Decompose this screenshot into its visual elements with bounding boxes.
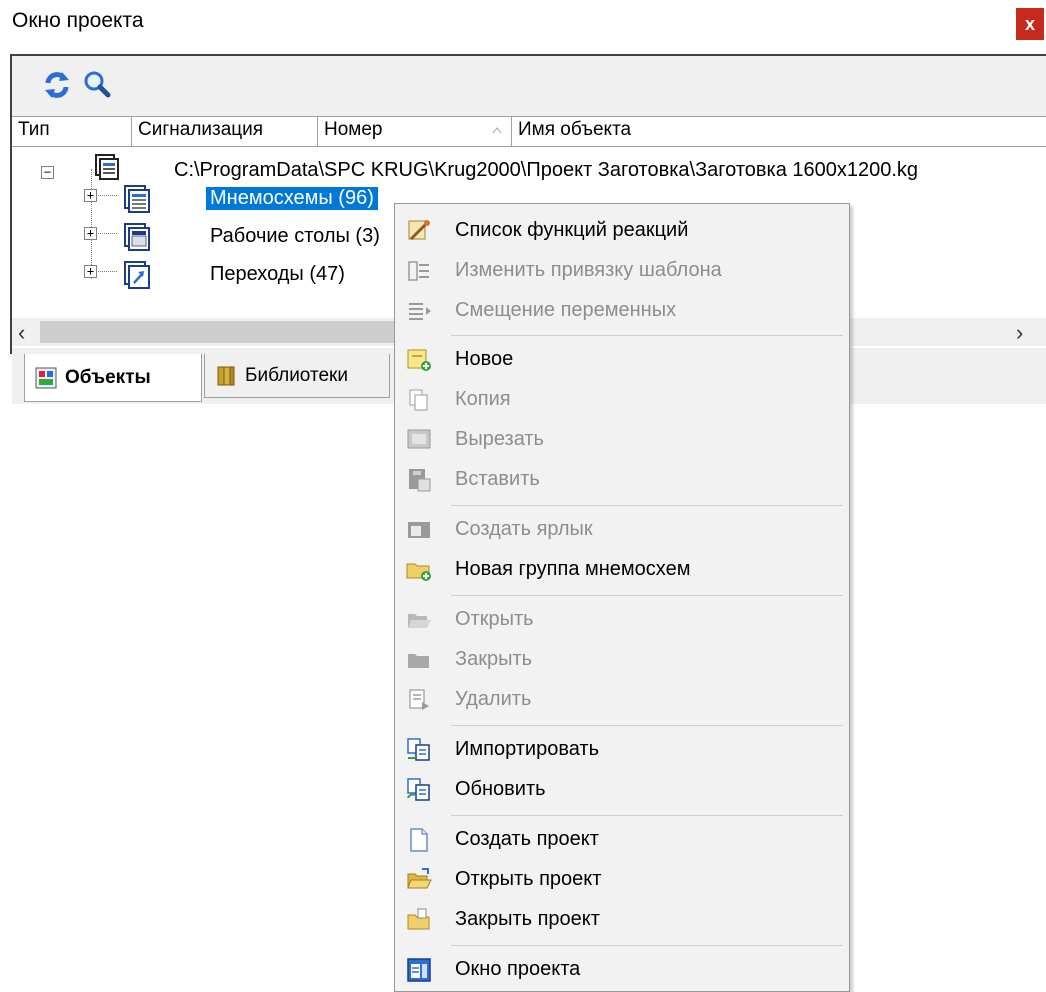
menu-item-label: Новая группа мнемосхем [455,558,691,580]
shortcut-icon [408,522,430,538]
menu-item-variable-offset[interactable]: Смещение переменных [395,292,849,330]
transitions-folder-icon [124,261,150,289]
scroll-thumb[interactable] [40,321,410,343]
menu-item-label: Закрыть проект [455,908,600,930]
close-project-icon [407,908,430,930]
menu-item-label: Копия [455,388,511,410]
cut-icon [407,429,431,449]
tree-item-mnemoschemes[interactable]: Мнемосхемы (96) [206,187,378,210]
refresh-icon[interactable] [40,68,74,102]
project-file-icon [95,154,119,180]
toolbar [12,60,1046,114]
menu-item-open[interactable]: Открыть [395,601,849,639]
menu-item-label: Создать ярлык [455,518,593,540]
menu-item-label: Окно проекта [455,958,581,980]
tree-item-desktops[interactable]: Рабочие столы (3) [210,225,380,248]
context-menu: Список функций реакций Изменить привязку… [394,203,850,992]
column-header-row: Тип Сигнализация Номер Имя объекта [12,117,1046,147]
menu-item-label: Вставить [455,468,540,490]
menu-item-change-template-binding[interactable]: Изменить привязку шаблона [395,252,849,290]
search-icon[interactable] [80,68,114,102]
tree-root-label[interactable]: C:\ProgramData\SPC KRUG\Krug2000\Проект … [174,159,918,182]
expand-toggle[interactable]: + [84,227,97,240]
column-header-type[interactable]: Тип [12,117,132,147]
menu-separator [451,725,843,726]
menu-item-paste[interactable]: Вставить [395,461,849,499]
reaction-list-icon [408,220,430,241]
menu-item-reaction-list[interactable]: Список функций реакций [395,212,849,250]
menu-item-label: Новое [455,348,514,370]
objects-icon [35,367,57,388]
menu-separator [451,595,843,596]
menu-separator [451,335,843,336]
tab-libraries-label: Библиотеки [245,364,348,386]
menu-item-open-project[interactable]: Открыть проект [395,861,849,899]
menu-item-cut[interactable]: Вырезать [395,421,849,459]
menu-item-create-shortcut[interactable]: Создать ярлык [395,511,849,549]
menu-item-label: Вырезать [455,428,544,450]
open-icon [408,614,431,628]
expand-toggle[interactable]: + [84,189,97,202]
menu-item-label: Создать проект [455,828,599,850]
import-icon [407,738,430,761]
variable-offset-icon [409,303,431,320]
menu-item-update[interactable]: Обновить [395,771,849,809]
new-icon [407,349,431,371]
template-binding-icon [408,261,429,281]
menu-item-close[interactable]: Закрыть [395,641,849,679]
delete-icon [409,689,429,710]
new-project-icon [410,828,428,852]
sort-ascending-icon [492,127,502,134]
menu-separator [451,945,843,946]
menu-item-label: Открыть проект [455,868,602,890]
menu-separator [451,505,843,506]
project-window-icon [407,958,431,982]
menu-item-label: Открыть [455,608,534,630]
copy-icon [409,389,428,411]
menu-item-import[interactable]: Импортировать [395,731,849,769]
menu-item-close-project[interactable]: Закрыть проект [395,901,849,939]
tab-objects[interactable]: Объекты [24,354,202,402]
menu-item-copy[interactable]: Копия [395,381,849,419]
collapse-toggle[interactable]: − [41,166,54,179]
libraries-icon [217,366,235,385]
expand-toggle[interactable]: + [84,265,97,278]
tab-libraries[interactable]: Библиотеки [204,354,390,398]
column-header-number[interactable]: Номер [318,117,512,147]
close-button[interactable]: x [1016,8,1044,40]
column-header-alarm[interactable]: Сигнализация [132,117,318,147]
menu-item-label: Обновить [455,778,546,800]
update-icon [407,778,430,801]
tab-objects-label: Объекты [65,366,151,388]
scroll-right-arrow[interactable]: › [1016,320,1023,346]
tree-item-transitions[interactable]: Переходы (47) [210,263,345,286]
window-title: Окно проекта [12,9,144,32]
tree-connector [91,169,92,279]
close-folder-icon [408,654,429,668]
menu-item-label: Изменить привязку шаблона [455,259,722,281]
menu-item-label: Смещение переменных [455,299,677,321]
new-folder-icon [406,563,431,581]
menu-item-label: Импортировать [455,738,600,760]
menu-item-delete[interactable]: Удалить [395,681,849,719]
menu-item-label: Закрыть [455,648,533,670]
desktop-folder-icon [124,223,150,251]
menu-item-new[interactable]: Новое [395,341,849,379]
column-header-object-name[interactable]: Имя объекта [512,117,1046,147]
open-project-icon [407,868,432,889]
menu-item-project-window[interactable]: Окно проекта [395,951,849,989]
menu-item-label: Список функций реакций [455,219,689,241]
menu-item-label: Удалить [455,688,532,710]
menu-item-new-mnemoscheme-group[interactable]: Новая группа мнемосхем [395,551,849,589]
mnemoscheme-folder-icon [124,185,150,213]
paste-icon [409,469,431,492]
menu-separator [451,815,843,816]
scroll-left-arrow[interactable]: ‹ [18,320,25,346]
window-title-bar: Окно проекта x [0,0,1046,48]
menu-item-create-project[interactable]: Создать проект [395,821,849,859]
